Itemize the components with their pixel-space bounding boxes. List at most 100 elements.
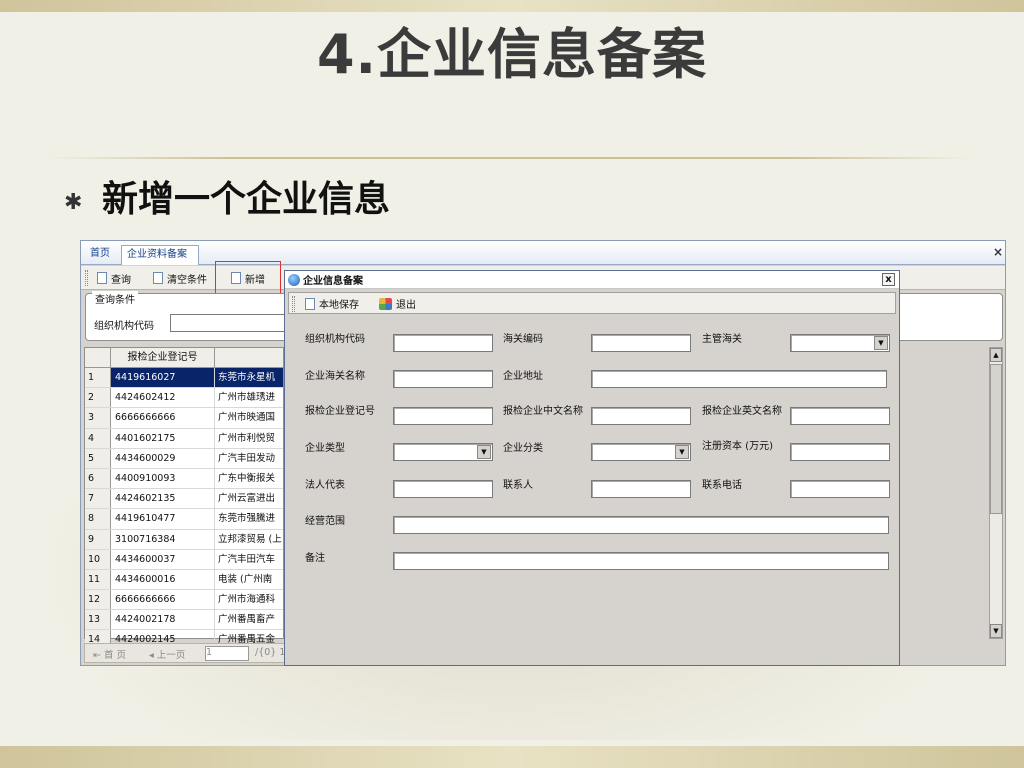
address-label: 企业地址 [503,371,543,382]
row-number: 13 [85,610,111,630]
row-code: 4434600016 [111,569,215,590]
pager: ⇤ 首 页 ◂ 上一页 1 /{0} 1 [84,643,287,663]
row-company-name: 电装 (广州南 [218,573,273,585]
company-type-select[interactable]: ▼ [393,443,493,461]
dialog-close-button[interactable]: x [882,273,895,286]
prev-page-label: 上一页 [156,650,186,661]
dialog-globe-icon [288,273,300,286]
supervising-customs-select[interactable]: ▼ [790,334,890,352]
table-row[interactable]: 4 4401602175 广州市利悦贸 [85,428,283,449]
row-code: 4400910093 [111,468,215,489]
inspection-reg-no-input[interactable] [393,407,493,425]
row-code: 4424602135 [111,489,215,509]
row-code: 6666666666 [111,590,215,610]
row-number: 3 [85,408,111,428]
table-row[interactable]: 9 3100716384 立邦漆贸易 (上 [85,529,283,550]
inspection-cn-name-input[interactable] [591,407,691,425]
scroll-up-icon[interactable]: ▲ [990,348,1002,362]
exit-button[interactable]: 退出 [379,295,416,312]
phone-label: 联系电话 [702,480,742,491]
company-grid: 报检企业登记号 1 4419616027 东莞市永星机 2 4424602412… [84,347,284,651]
remarks-input[interactable] [393,552,889,570]
highlight-add-button [215,261,281,296]
row-code: 4401602175 [111,428,215,448]
legal-rep-label: 法人代表 [305,480,345,491]
page-number-input[interactable]: 1 [205,646,249,661]
customs-code-input[interactable] [591,334,691,352]
row-code: 4424602412 [111,388,215,408]
registered-capital-input[interactable] [790,443,890,461]
table-row[interactable]: 3 6666666666 广州市映通国 [85,408,283,429]
row-company-name: 广汽丰田汽车 [218,553,276,565]
row-number: 4 [85,428,111,448]
chevron-down-icon[interactable]: ▼ [477,445,491,459]
clear-button-label: 清空条件 [167,274,207,286]
table-row[interactable]: 8 4419610477 东莞市强騰进 [85,509,283,530]
scroll-down-icon[interactable]: ▼ [990,624,1002,638]
table-row[interactable]: 6 4400910093 广东中衡报关 [85,468,283,490]
table-row[interactable]: 1 4419616027 东莞市永星机 [85,368,283,389]
document-icon [153,272,163,284]
row-company-name: 广州市映通国 [218,412,276,424]
row-code: 3100716384 [111,529,215,549]
query-legend: 查询条件 [92,291,138,306]
row-company-name: 广州番禺畜产 [218,614,276,626]
table-row[interactable]: 10 4434600037 广汽丰田汽车 [85,549,283,570]
row-company-name: 东莞市永星机 [215,368,283,388]
local-save-label: 本地保存 [319,300,359,311]
row-number: 12 [85,590,111,610]
row-number-header [85,348,111,367]
row-code: 4424002178 [111,610,215,630]
grid-column-header[interactable]: 报检企业登记号 [111,348,215,367]
chevron-down-icon[interactable]: ▼ [675,445,689,459]
phone-input[interactable] [790,480,890,498]
table-row[interactable]: 7 4424602135 广州云富进出 [85,489,283,510]
row-number: 5 [85,448,111,468]
query-button[interactable]: 查询 [97,269,131,287]
tab-home[interactable]: 首页 [85,245,115,265]
toolbar-grip[interactable] [292,296,295,312]
company-category-select[interactable]: ▼ [591,443,691,461]
row-number: 11 [85,569,111,590]
contact-input[interactable] [591,480,691,498]
inspection-reg-no-label: 报检企业登记号 [305,406,375,417]
row-code: 6666666666 [111,408,215,428]
company-type-label: 企业类型 [305,443,345,454]
exit-icon [379,297,392,310]
legal-rep-input[interactable] [393,480,493,498]
grid-scrollbar[interactable]: ▲ ▼ [989,347,1003,639]
contact-label: 联系人 [503,480,533,491]
customs-code-label: 海关编码 [503,334,543,345]
row-number: 8 [85,509,111,529]
document-icon [305,297,315,310]
prev-page-button[interactable]: ◂ 上一页 [149,647,185,661]
company-record-dialog: 企业信息备案 x 本地保存 退出 组织机构代码 海关编码 主管海关 ▼ 企业海关… [284,270,900,666]
address-input[interactable] [591,370,887,388]
table-row[interactable]: 5 4434600029 广汽丰田发动 [85,448,283,469]
remarks-label: 备注 [305,553,325,564]
table-row[interactable]: 12 6666666666 广州市海通科 [85,590,283,611]
row-code: 4434600037 [111,549,215,569]
business-scope-label: 经营范围 [305,516,345,527]
scroll-thumb[interactable] [990,364,1002,514]
tab-company-record[interactable]: 企业资料备案 [121,245,199,265]
business-scope-input[interactable] [393,516,889,534]
customs-name-input[interactable] [393,370,493,388]
dialog-title-bar[interactable]: 企业信息备案 x [285,271,899,289]
row-code: 4419610477 [111,509,215,529]
org-code-input[interactable] [393,334,493,352]
grid-column-header-2[interactable] [215,348,283,367]
row-number: 1 [85,368,111,388]
close-tab-icon[interactable]: × [993,245,1003,259]
first-page-button[interactable]: ⇤ 首 页 [93,647,126,661]
table-row[interactable]: 11 4434600016 电装 (广州南 [85,569,283,591]
table-row[interactable]: 2 4424602412 广州市雄琇进 [85,388,283,409]
chevron-down-icon[interactable]: ▼ [874,336,888,350]
table-row[interactable]: 13 4424002178 广州番禺畜产 [85,610,283,631]
slide-title: 4.企业信息备案 [316,23,708,86]
row-company-name: 广汽丰田发动 [218,452,276,464]
toolbar-grip[interactable] [85,270,88,286]
clear-conditions-button[interactable]: 清空条件 [153,269,207,287]
local-save-button[interactable]: 本地保存 [305,295,359,312]
inspection-en-name-input[interactable] [790,407,890,425]
